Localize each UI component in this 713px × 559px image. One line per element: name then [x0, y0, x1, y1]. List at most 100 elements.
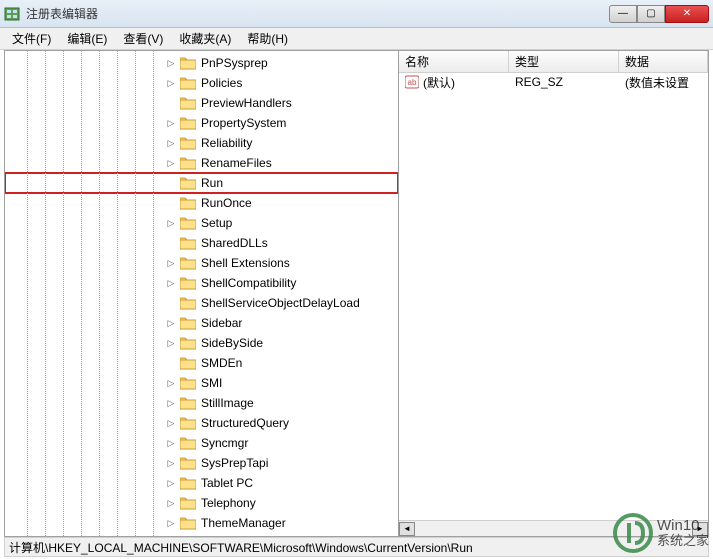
- value-name: ab(默认): [399, 73, 509, 92]
- folder-icon: [180, 356, 196, 370]
- expander-icon[interactable]: ▷: [165, 477, 177, 489]
- expander-icon[interactable]: ▷: [165, 457, 177, 469]
- horizontal-scrollbar[interactable]: ◄ ►: [399, 520, 708, 536]
- window-title: 注册表编辑器: [26, 5, 609, 22]
- minimize-button[interactable]: —: [609, 5, 637, 23]
- tree-item[interactable]: ▷PropertySystem: [5, 113, 398, 133]
- menu-edit[interactable]: 编辑(E): [59, 28, 115, 49]
- folder-icon: [180, 336, 196, 350]
- menu-view[interactable]: 查看(V): [115, 28, 171, 49]
- tree-item[interactable]: Run: [5, 173, 398, 193]
- folder-icon: [180, 116, 196, 130]
- regedit-icon: [4, 6, 20, 22]
- tree-item-label: SideBySide: [199, 336, 265, 350]
- scroll-left-button[interactable]: ◄: [399, 522, 415, 536]
- tree-item[interactable]: ▷ Policies: [5, 73, 398, 93]
- expander-icon[interactable]: ▷: [165, 397, 177, 409]
- expander-icon[interactable]: ▷: [165, 337, 177, 349]
- folder-icon: [180, 396, 196, 410]
- scroll-track[interactable]: [415, 522, 692, 536]
- tree-item[interactable]: ▷ Shell Extensions: [5, 253, 398, 273]
- tree-item[interactable]: ▷PnPSysprep: [5, 53, 398, 73]
- tree-item-label: Setup: [199, 216, 234, 230]
- tree-item-label: Shell Extensions: [199, 256, 292, 270]
- value-data: (数值未设置: [619, 73, 708, 92]
- expander-icon[interactable]: ▷: [165, 137, 177, 149]
- list-header: 名称 类型 数据: [399, 51, 708, 73]
- tree-item[interactable]: ▷RenameFiles: [5, 153, 398, 173]
- tree-item[interactable]: ▷SysPrepTapi: [5, 453, 398, 473]
- tree-item[interactable]: SharedDLLs: [5, 233, 398, 253]
- window-controls: — ▢ ✕: [609, 5, 709, 23]
- tree-item[interactable]: ▷ StructuredQuery: [5, 413, 398, 433]
- tree-item[interactable]: ▷Sidebar: [5, 313, 398, 333]
- expander-icon[interactable]: ▷: [165, 517, 177, 529]
- folder-icon: [180, 476, 196, 490]
- column-name[interactable]: 名称: [399, 51, 509, 72]
- tree-item-label: Run: [199, 176, 225, 190]
- folder-icon: [180, 276, 196, 290]
- expander-icon[interactable]: ▷: [165, 437, 177, 449]
- expander-icon[interactable]: ▷: [165, 497, 177, 509]
- tree-pane[interactable]: ▷PnPSysprep▷PoliciesPreviewHandlers▷Prop…: [5, 51, 399, 536]
- expander-icon[interactable]: ▷: [165, 217, 177, 229]
- folder-icon: [180, 56, 196, 70]
- expander-icon[interactable]: ▷: [165, 117, 177, 129]
- tree-item[interactable]: PreviewHandlers: [5, 93, 398, 113]
- svg-text:ab: ab: [408, 78, 417, 87]
- value-type: REG_SZ: [509, 74, 619, 90]
- expander-icon[interactable]: ▷: [165, 377, 177, 389]
- tree-item-label: ShellServiceObjectDelayLoad: [199, 296, 362, 310]
- value-row[interactable]: ab(默认)REG_SZ(数值未设置: [399, 73, 708, 91]
- folder-icon: [180, 456, 196, 470]
- tree-item[interactable]: ▷Reliability: [5, 133, 398, 153]
- folder-icon: [180, 376, 196, 390]
- tree-item[interactable]: ▷ThemeManager: [5, 513, 398, 533]
- value-list[interactable]: ab(默认)REG_SZ(数值未设置: [399, 73, 708, 520]
- tree-item-label: ShellCompatibility: [199, 276, 298, 290]
- folder-icon: [180, 236, 196, 250]
- tree-item[interactable]: ▷StillImage: [5, 393, 398, 413]
- scroll-right-button[interactable]: ►: [692, 522, 708, 536]
- tree-item-label: SMDEn: [199, 356, 244, 370]
- tree-item-label: Syncmgr: [199, 436, 250, 450]
- expander-icon[interactable]: ▷: [165, 317, 177, 329]
- string-value-icon: ab: [405, 75, 419, 89]
- folder-icon: [180, 176, 196, 190]
- tree-item[interactable]: ▷ Setup: [5, 213, 398, 233]
- expander-icon[interactable]: ▷: [165, 277, 177, 289]
- folder-icon: [180, 516, 196, 530]
- expander-icon[interactable]: ▷: [165, 417, 177, 429]
- tree-item[interactable]: ▷ Telephony: [5, 493, 398, 513]
- expander-icon[interactable]: ▷: [165, 257, 177, 269]
- value-list-pane: 名称 类型 数据 ab(默认)REG_SZ(数值未设置 ◄ ►: [399, 51, 708, 536]
- tree-item[interactable]: ▷SMI: [5, 373, 398, 393]
- tree-item[interactable]: RunOnce: [5, 193, 398, 213]
- registry-tree: ▷PnPSysprep▷PoliciesPreviewHandlers▷Prop…: [5, 51, 398, 535]
- tree-item[interactable]: ▷ Tablet PC: [5, 473, 398, 493]
- expander-icon[interactable]: ▷: [165, 157, 177, 169]
- tree-item[interactable]: SMDEn: [5, 353, 398, 373]
- tree-item-label: Telephony: [199, 496, 258, 510]
- tree-item[interactable]: ▷ ShellCompatibility: [5, 273, 398, 293]
- folder-icon: [180, 136, 196, 150]
- menu-file[interactable]: 文件(F): [4, 28, 59, 49]
- expander-icon[interactable]: ▷: [165, 57, 177, 69]
- expander-icon[interactable]: ▷: [165, 77, 177, 89]
- tree-item[interactable]: ▷ SideBySide: [5, 333, 398, 353]
- folder-icon: [180, 416, 196, 430]
- tree-item-label: Tablet PC: [199, 476, 255, 490]
- menu-help[interactable]: 帮助(H): [239, 28, 296, 49]
- tree-item[interactable]: ▷ Syncmgr: [5, 433, 398, 453]
- main-area: ▷PnPSysprep▷PoliciesPreviewHandlers▷Prop…: [4, 50, 709, 537]
- column-type[interactable]: 类型: [509, 51, 619, 72]
- tree-item-label: Policies: [199, 76, 244, 90]
- status-path: 计算机\HKEY_LOCAL_MACHINE\SOFTWARE\Microsof…: [9, 539, 473, 556]
- close-button[interactable]: ✕: [665, 5, 709, 23]
- column-data[interactable]: 数据: [619, 51, 708, 72]
- tree-item-label: StructuredQuery: [199, 416, 291, 430]
- folder-icon: [180, 296, 196, 310]
- menu-favorites[interactable]: 收藏夹(A): [171, 28, 239, 49]
- maximize-button[interactable]: ▢: [637, 5, 665, 23]
- tree-item[interactable]: ShellServiceObjectDelayLoad: [5, 293, 398, 313]
